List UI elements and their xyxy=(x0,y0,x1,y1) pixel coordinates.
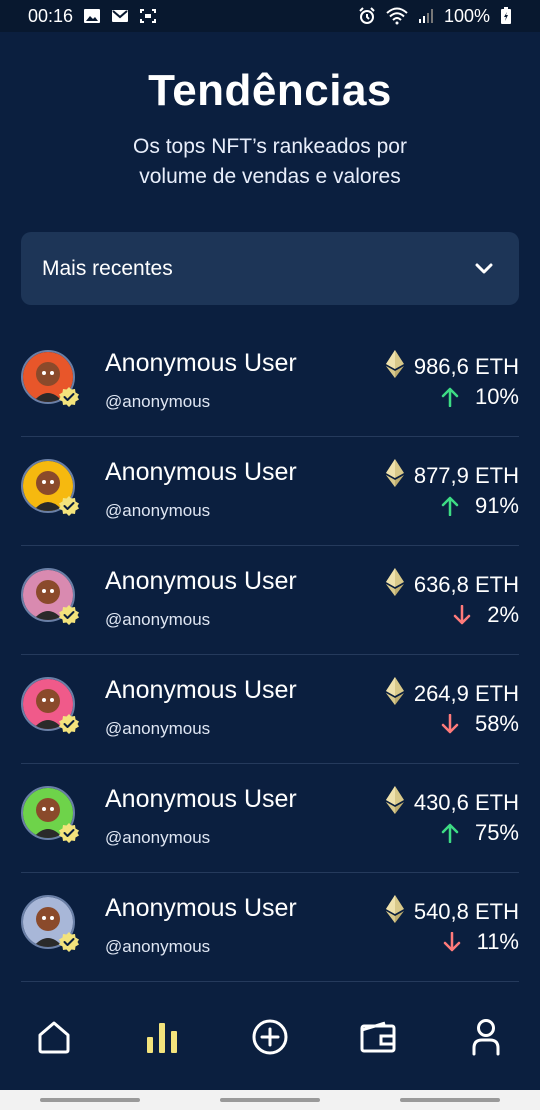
eth-amount: 264,9 ETH xyxy=(385,677,519,711)
eth-amount-value: 430,6 ETH xyxy=(413,790,519,815)
price-change: 58% xyxy=(441,711,519,737)
nav-home[interactable] xyxy=(24,1009,84,1069)
verified-badge-icon xyxy=(58,713,80,735)
user-name: Anonymous User xyxy=(105,785,297,813)
price-change-value: 58% xyxy=(474,711,519,736)
list-item[interactable]: Anonymous User @anonymous 540,8 ETH 11% xyxy=(21,873,519,982)
ethereum-icon xyxy=(385,568,404,602)
arrow-up-icon xyxy=(441,823,459,843)
bottom-nav xyxy=(0,1000,540,1078)
nav-trending[interactable] xyxy=(132,1009,192,1069)
eth-amount: 986,6 ETH xyxy=(385,350,519,384)
ethereum-icon xyxy=(385,895,404,929)
list-item[interactable]: Anonymous User @anonymous 636,8 ETH 2% xyxy=(21,546,519,655)
list-item[interactable]: Anonymous User @anonymous 986,6 ETH 10% xyxy=(21,328,519,437)
price-change-value: 75% xyxy=(474,820,519,845)
user-handle: @anonymous xyxy=(105,392,211,411)
price-change-value: 91% xyxy=(474,493,519,518)
profile-icon xyxy=(471,1018,501,1061)
eth-amount: 636,8 ETH xyxy=(385,568,519,602)
arrow-down-icon xyxy=(453,605,471,625)
verified-badge-icon xyxy=(58,822,80,844)
user-handle: @anonymous xyxy=(105,610,211,629)
user-name: Anonymous User xyxy=(105,458,297,486)
eth-amount-value: 264,9 ETH xyxy=(413,681,519,706)
verified-badge-icon xyxy=(58,604,80,626)
price-change: 2% xyxy=(453,602,519,628)
price-change: 91% xyxy=(441,493,519,519)
verified-badge-icon xyxy=(58,931,80,953)
price-change-value: 11% xyxy=(476,929,519,954)
user-name: Anonymous User xyxy=(105,567,297,595)
price-change-value: 2% xyxy=(487,602,519,627)
user-handle: @anonymous xyxy=(105,501,211,520)
alarm-icon xyxy=(358,7,376,25)
list-item[interactable]: Anonymous User @anonymous 430,6 ETH 75% xyxy=(21,764,519,873)
list-item[interactable]: Anonymous User @anonymous 877,9 ETH 91% xyxy=(21,437,519,546)
chevron-down-icon xyxy=(475,257,493,281)
eth-amount-value: 636,8 ETH xyxy=(413,572,519,597)
price-change: 11% xyxy=(443,929,519,955)
nav-create[interactable] xyxy=(240,1009,300,1069)
ethereum-icon xyxy=(385,350,404,384)
page-header: Tendências Os tops NFT’s rankeados por v… xyxy=(0,66,540,192)
sort-dropdown-label: Mais recentes xyxy=(42,256,173,280)
verified-badge-icon xyxy=(58,386,80,408)
user-name: Anonymous User xyxy=(105,676,297,704)
price-change: 75% xyxy=(441,820,519,846)
status-bar: 00:16 100% xyxy=(0,0,540,32)
image-icon xyxy=(83,8,101,24)
user-handle: @anonymous xyxy=(105,937,211,956)
ethereum-icon xyxy=(385,459,404,493)
gesture-handle[interactable] xyxy=(400,1098,500,1102)
wifi-icon xyxy=(386,7,408,25)
mail-icon xyxy=(111,8,129,24)
nav-profile[interactable] xyxy=(456,1009,516,1069)
user-name: Anonymous User xyxy=(105,894,297,922)
eth-amount-value: 540,8 ETH xyxy=(413,899,519,924)
ethereum-icon xyxy=(385,786,404,820)
eth-amount-value: 877,9 ETH xyxy=(413,463,519,488)
bar-chart-icon xyxy=(144,1019,180,1060)
user-handle: @anonymous xyxy=(105,719,211,738)
eth-amount: 540,8 ETH xyxy=(385,895,519,929)
nav-wallet[interactable] xyxy=(348,1009,408,1069)
sort-dropdown[interactable]: Mais recentes xyxy=(21,232,519,305)
eth-amount-value: 986,6 ETH xyxy=(413,354,519,379)
arrow-down-icon xyxy=(441,714,459,734)
trending-list: Anonymous User @anonymous 986,6 ETH 10% Anon… xyxy=(21,328,519,982)
status-time: 00:16 xyxy=(28,5,74,26)
add-circle-icon xyxy=(251,1018,289,1061)
price-change: 10% xyxy=(441,384,519,410)
list-item[interactable]: Anonymous User @anonymous 264,9 ETH 58% xyxy=(21,655,519,764)
home-icon xyxy=(36,1019,72,1060)
wallet-icon xyxy=(359,1020,397,1059)
battery-icon xyxy=(500,7,512,25)
user-handle: @anonymous xyxy=(105,828,211,847)
arrow-up-icon xyxy=(441,496,459,516)
page-title: Tendências xyxy=(148,66,392,115)
signal-icon xyxy=(418,8,434,24)
verified-badge-icon xyxy=(58,495,80,517)
gesture-handle[interactable] xyxy=(40,1098,140,1102)
system-gesture-bar xyxy=(0,1090,540,1110)
gesture-handle[interactable] xyxy=(220,1098,320,1102)
arrow-down-icon xyxy=(443,932,461,952)
screenshot-icon xyxy=(139,8,157,24)
battery-percent: 100% xyxy=(443,5,490,26)
ethereum-icon xyxy=(385,677,404,711)
eth-amount: 430,6 ETH xyxy=(385,786,519,820)
page-subtitle: Os tops NFT’s rankeados por volume de ve… xyxy=(133,135,407,188)
user-name: Anonymous User xyxy=(105,349,297,377)
price-change-value: 10% xyxy=(474,384,519,409)
arrow-up-icon xyxy=(441,387,459,407)
eth-amount: 877,9 ETH xyxy=(385,459,519,493)
